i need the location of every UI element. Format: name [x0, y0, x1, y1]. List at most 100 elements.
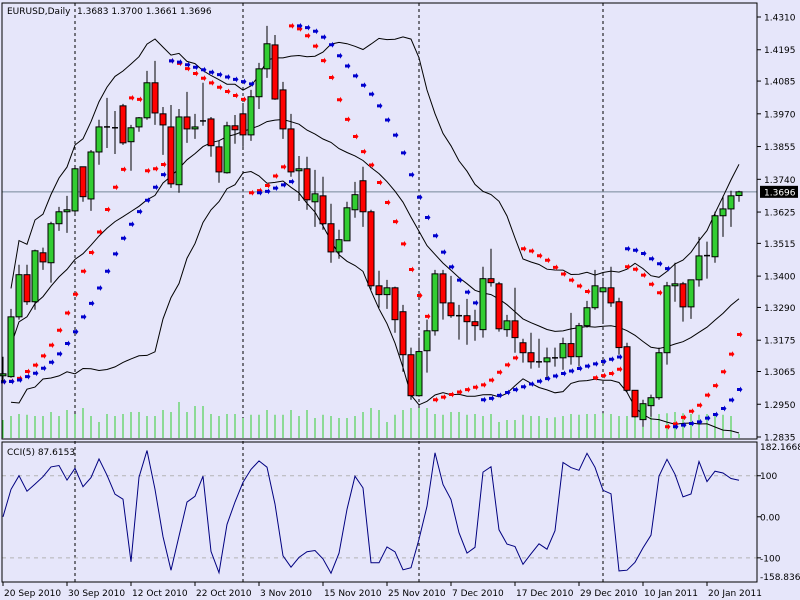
candle-body — [479, 278, 487, 331]
candle-body — [87, 151, 95, 200]
candle-body — [495, 283, 503, 330]
time-label: 30 Sep 2010 — [68, 589, 125, 599]
candle-body — [95, 126, 103, 153]
candle-body — [407, 354, 415, 397]
cci-label: CCI(5) 87.6153 — [7, 448, 75, 458]
candle-body — [719, 208, 727, 217]
candle-body — [319, 195, 327, 225]
time-label: 20 Sep 2010 — [4, 589, 61, 599]
price-tick-label: 1.2950 — [764, 401, 796, 411]
candle — [79, 166, 87, 202]
candle-body — [487, 278, 495, 284]
candle-body — [303, 168, 311, 201]
candle-body — [695, 255, 703, 281]
price-tick-label: 1.4085 — [764, 78, 796, 88]
candle-body — [23, 274, 31, 303]
candle — [367, 209, 375, 290]
candle-body — [159, 113, 167, 126]
candle — [119, 103, 127, 145]
candle-body — [671, 283, 679, 287]
candle-body — [151, 82, 159, 114]
candle-body — [423, 330, 431, 352]
candle-body — [471, 321, 479, 327]
candle-body — [39, 252, 47, 263]
candle-body — [175, 116, 183, 186]
candle-body — [327, 223, 335, 253]
cci-axis-label: -158.836 — [760, 573, 800, 583]
cci-axis-label: -100 — [760, 554, 781, 564]
candle-body — [591, 285, 599, 309]
candle-body — [343, 207, 351, 242]
candle-body — [647, 397, 655, 407]
candle-body — [143, 82, 151, 119]
candle-body — [615, 301, 623, 349]
candle-body — [663, 285, 671, 354]
candle-body — [207, 118, 215, 147]
candle — [663, 281, 671, 365]
candle-body — [255, 68, 263, 98]
candle — [495, 281, 503, 332]
time-label: 20 Jan 2011 — [708, 589, 762, 599]
candle — [271, 34, 279, 100]
chart-canvas[interactable]: 1.4310 1.4195 1.4085 1.3970 1.3855 1.3740 1.36… — [0, 0, 800, 600]
candle-body — [79, 166, 87, 198]
candle — [7, 308, 15, 378]
candle-body — [679, 283, 687, 308]
candle — [631, 389, 639, 418]
candle-body — [527, 352, 535, 363]
candle-body — [15, 274, 23, 318]
candle-body — [135, 117, 143, 128]
ohlc-label: 1.3683 1.3700 1.3661 1.3696 — [77, 7, 212, 17]
candle — [31, 249, 39, 310]
candle-body — [167, 126, 175, 185]
candle-body — [575, 325, 583, 358]
candle-body — [639, 403, 647, 421]
candle-body — [511, 320, 519, 339]
symbol-timeframe-label: EURUSD,Daily — [7, 7, 71, 17]
candle-body — [351, 194, 359, 211]
candle-body — [247, 96, 255, 136]
candle — [175, 108, 183, 193]
candle — [247, 89, 255, 141]
time-label: 7 Dec 2010 — [452, 589, 504, 599]
candle-body — [559, 343, 567, 359]
candle-body — [263, 43, 271, 70]
candle-body — [71, 168, 79, 212]
candle-body — [183, 116, 191, 130]
candle-body — [543, 357, 551, 363]
candle-body — [127, 127, 135, 143]
candle-body — [239, 113, 247, 136]
price-tick-label: 1.3970 — [764, 110, 796, 120]
candle-body — [631, 389, 639, 418]
candle-body — [287, 128, 295, 173]
candle-body — [295, 168, 303, 172]
price-tick-label: 1.3625 — [764, 209, 796, 219]
candle — [623, 342, 631, 392]
time-label: 3 Nov 2010 — [260, 589, 312, 599]
time-label: 25 Nov 2010 — [388, 589, 446, 599]
candle-body — [271, 44, 279, 100]
candle-body — [399, 311, 407, 356]
candle-body — [119, 105, 127, 144]
price-tick-label: 1.4310 — [764, 14, 796, 24]
candle-body — [567, 343, 575, 358]
cci-axis-label: 0.00 — [760, 513, 780, 523]
candle-body — [687, 279, 695, 308]
candle-body — [335, 239, 343, 253]
candle-body — [583, 307, 591, 327]
candle-body — [711, 215, 719, 258]
candle-body — [191, 126, 199, 130]
time-label: 12 Oct 2010 — [132, 589, 188, 599]
candle-body — [215, 146, 223, 173]
candle-body — [223, 125, 231, 174]
candle — [407, 347, 415, 400]
candle-body — [735, 191, 743, 197]
candle-body — [279, 89, 287, 130]
time-label: 10 Jan 2011 — [644, 589, 698, 599]
candle-body — [311, 193, 319, 203]
chart-window: 1.4310 1.4195 1.4085 1.3970 1.3855 1.3740 1.36… — [0, 0, 800, 600]
current-price-label: 1.3696 — [764, 188, 796, 198]
candle-body — [599, 287, 607, 293]
time-label: 29 Dec 2010 — [580, 589, 638, 599]
candle-body — [607, 287, 615, 304]
